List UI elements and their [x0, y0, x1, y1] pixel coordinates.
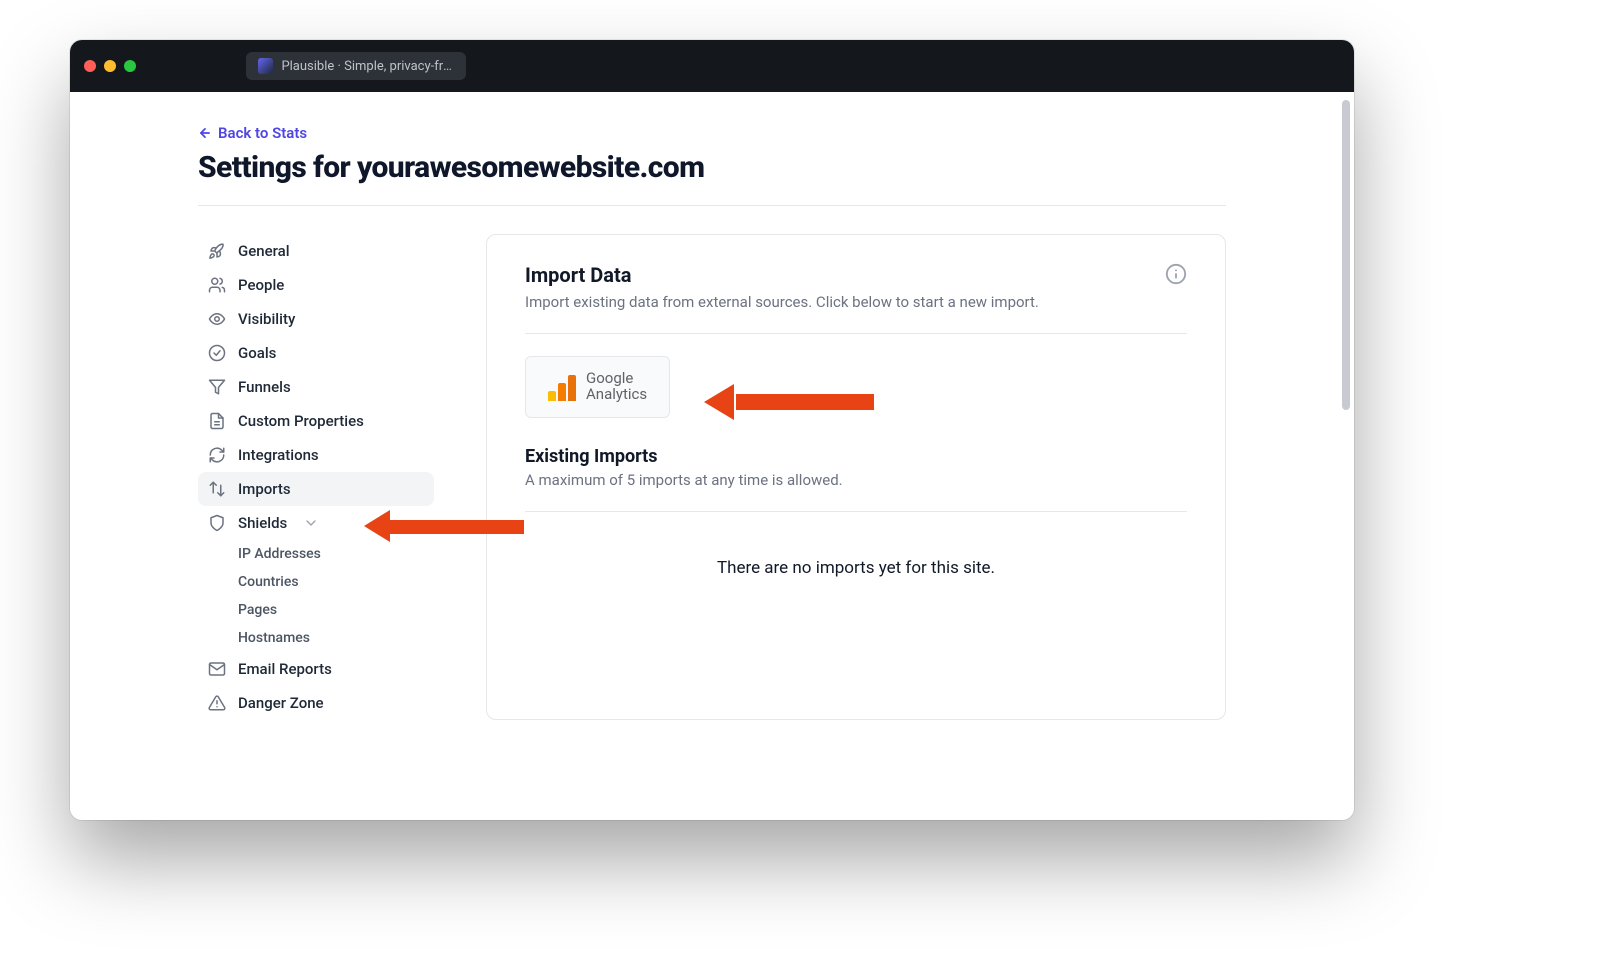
panel-title: Import Data [525, 263, 1039, 287]
divider [525, 511, 1187, 512]
sidebar-item-goals[interactable]: Goals [198, 336, 434, 370]
sidebar-item-label: Imports [238, 480, 291, 498]
eye-icon [208, 310, 226, 328]
sidebar-item-funnels[interactable]: Funnels [198, 370, 434, 404]
panel-subtitle: Import existing data from external sourc… [525, 293, 1039, 311]
ga-line2: Analytics [586, 387, 647, 403]
arrows-up-down-icon [208, 480, 226, 498]
sidebar-sub-label: Countries [238, 574, 299, 590]
rocket-icon [208, 242, 226, 260]
sidebar-item-danger-zone[interactable]: Danger Zone [198, 686, 434, 720]
zoom-window-button[interactable] [124, 60, 136, 72]
window-controls [84, 60, 136, 72]
scrollbar-track [1342, 100, 1350, 812]
sidebar-item-label: Shields [238, 514, 287, 532]
sidebar-item-general[interactable]: General [198, 234, 434, 268]
sidebar-item-label: Email Reports [238, 660, 332, 678]
sidebar-item-label: Integrations [238, 446, 319, 464]
page-title: Settings for yourawesomewebsite.com [198, 150, 1226, 185]
scrollbar-thumb[interactable] [1342, 100, 1350, 410]
google-analytics-label: Google Analytics [586, 371, 647, 403]
sidebar-item-visibility[interactable]: Visibility [198, 302, 434, 336]
sidebar-item-people[interactable]: People [198, 268, 434, 302]
import-data-panel: Import Data Import existing data from ex… [486, 234, 1226, 720]
browser-window: Plausible · Simple, privacy-frien Back t… [70, 40, 1354, 820]
sidebar-item-label: Goals [238, 344, 276, 362]
people-icon [208, 276, 226, 294]
arrow-left-icon [198, 126, 212, 140]
shield-icon [208, 514, 226, 532]
page-content: Back to Stats Settings for yourawesomewe… [70, 92, 1354, 820]
close-window-button[interactable] [84, 60, 96, 72]
mail-icon [208, 660, 226, 678]
sidebar-item-email-reports[interactable]: Email Reports [198, 652, 434, 686]
sidebar-sub-label: Pages [238, 602, 277, 618]
check-circle-icon [208, 344, 226, 362]
back-to-stats-link[interactable]: Back to Stats [198, 124, 307, 142]
info-icon[interactable] [1165, 263, 1187, 285]
sidebar-item-shields[interactable]: Shields [198, 506, 434, 540]
refresh-icon [208, 446, 226, 464]
sidebar-item-label: Visibility [238, 310, 295, 328]
sidebar-item-label: People [238, 276, 284, 294]
divider [198, 205, 1226, 206]
warning-icon [208, 694, 226, 712]
sidebar-item-imports[interactable]: Imports [198, 472, 434, 506]
funnel-icon [208, 378, 226, 396]
settings-sidebar: General People Visibilit [198, 234, 434, 720]
sidebar-item-label: Danger Zone [238, 694, 324, 712]
sidebar-sub-countries[interactable]: Countries [198, 568, 434, 596]
tab-title: Plausible · Simple, privacy-frien [281, 59, 454, 74]
sidebar-sub-label: Hostnames [238, 630, 310, 646]
chevron-down-icon [303, 515, 319, 531]
sidebar-item-label: General [238, 242, 290, 260]
sidebar-sub-pages[interactable]: Pages [198, 596, 434, 624]
google-analytics-import-button[interactable]: Google Analytics [525, 356, 670, 418]
sidebar-sub-label: IP Addresses [238, 546, 321, 562]
existing-imports-subtitle: A maximum of 5 imports at any time is al… [525, 471, 1187, 489]
existing-imports-title: Existing Imports [525, 446, 1187, 467]
document-icon [208, 412, 226, 430]
back-link-label: Back to Stats [218, 124, 307, 142]
sidebar-item-custom-properties[interactable]: Custom Properties [198, 404, 434, 438]
empty-state-text: There are no imports yet for this site. [525, 558, 1187, 578]
google-analytics-icon [548, 373, 576, 401]
sidebar-sub-hostnames[interactable]: Hostnames [198, 624, 434, 652]
sidebar-sub-ip-addresses[interactable]: IP Addresses [198, 540, 434, 568]
sidebar-item-label: Custom Properties [238, 412, 364, 430]
favicon-icon [258, 58, 273, 74]
sidebar-item-integrations[interactable]: Integrations [198, 438, 434, 472]
sidebar-item-label: Funnels [238, 378, 291, 396]
browser-tab[interactable]: Plausible · Simple, privacy-frien [246, 52, 466, 80]
minimize-window-button[interactable] [104, 60, 116, 72]
divider [525, 333, 1187, 334]
titlebar: Plausible · Simple, privacy-frien [70, 40, 1354, 92]
